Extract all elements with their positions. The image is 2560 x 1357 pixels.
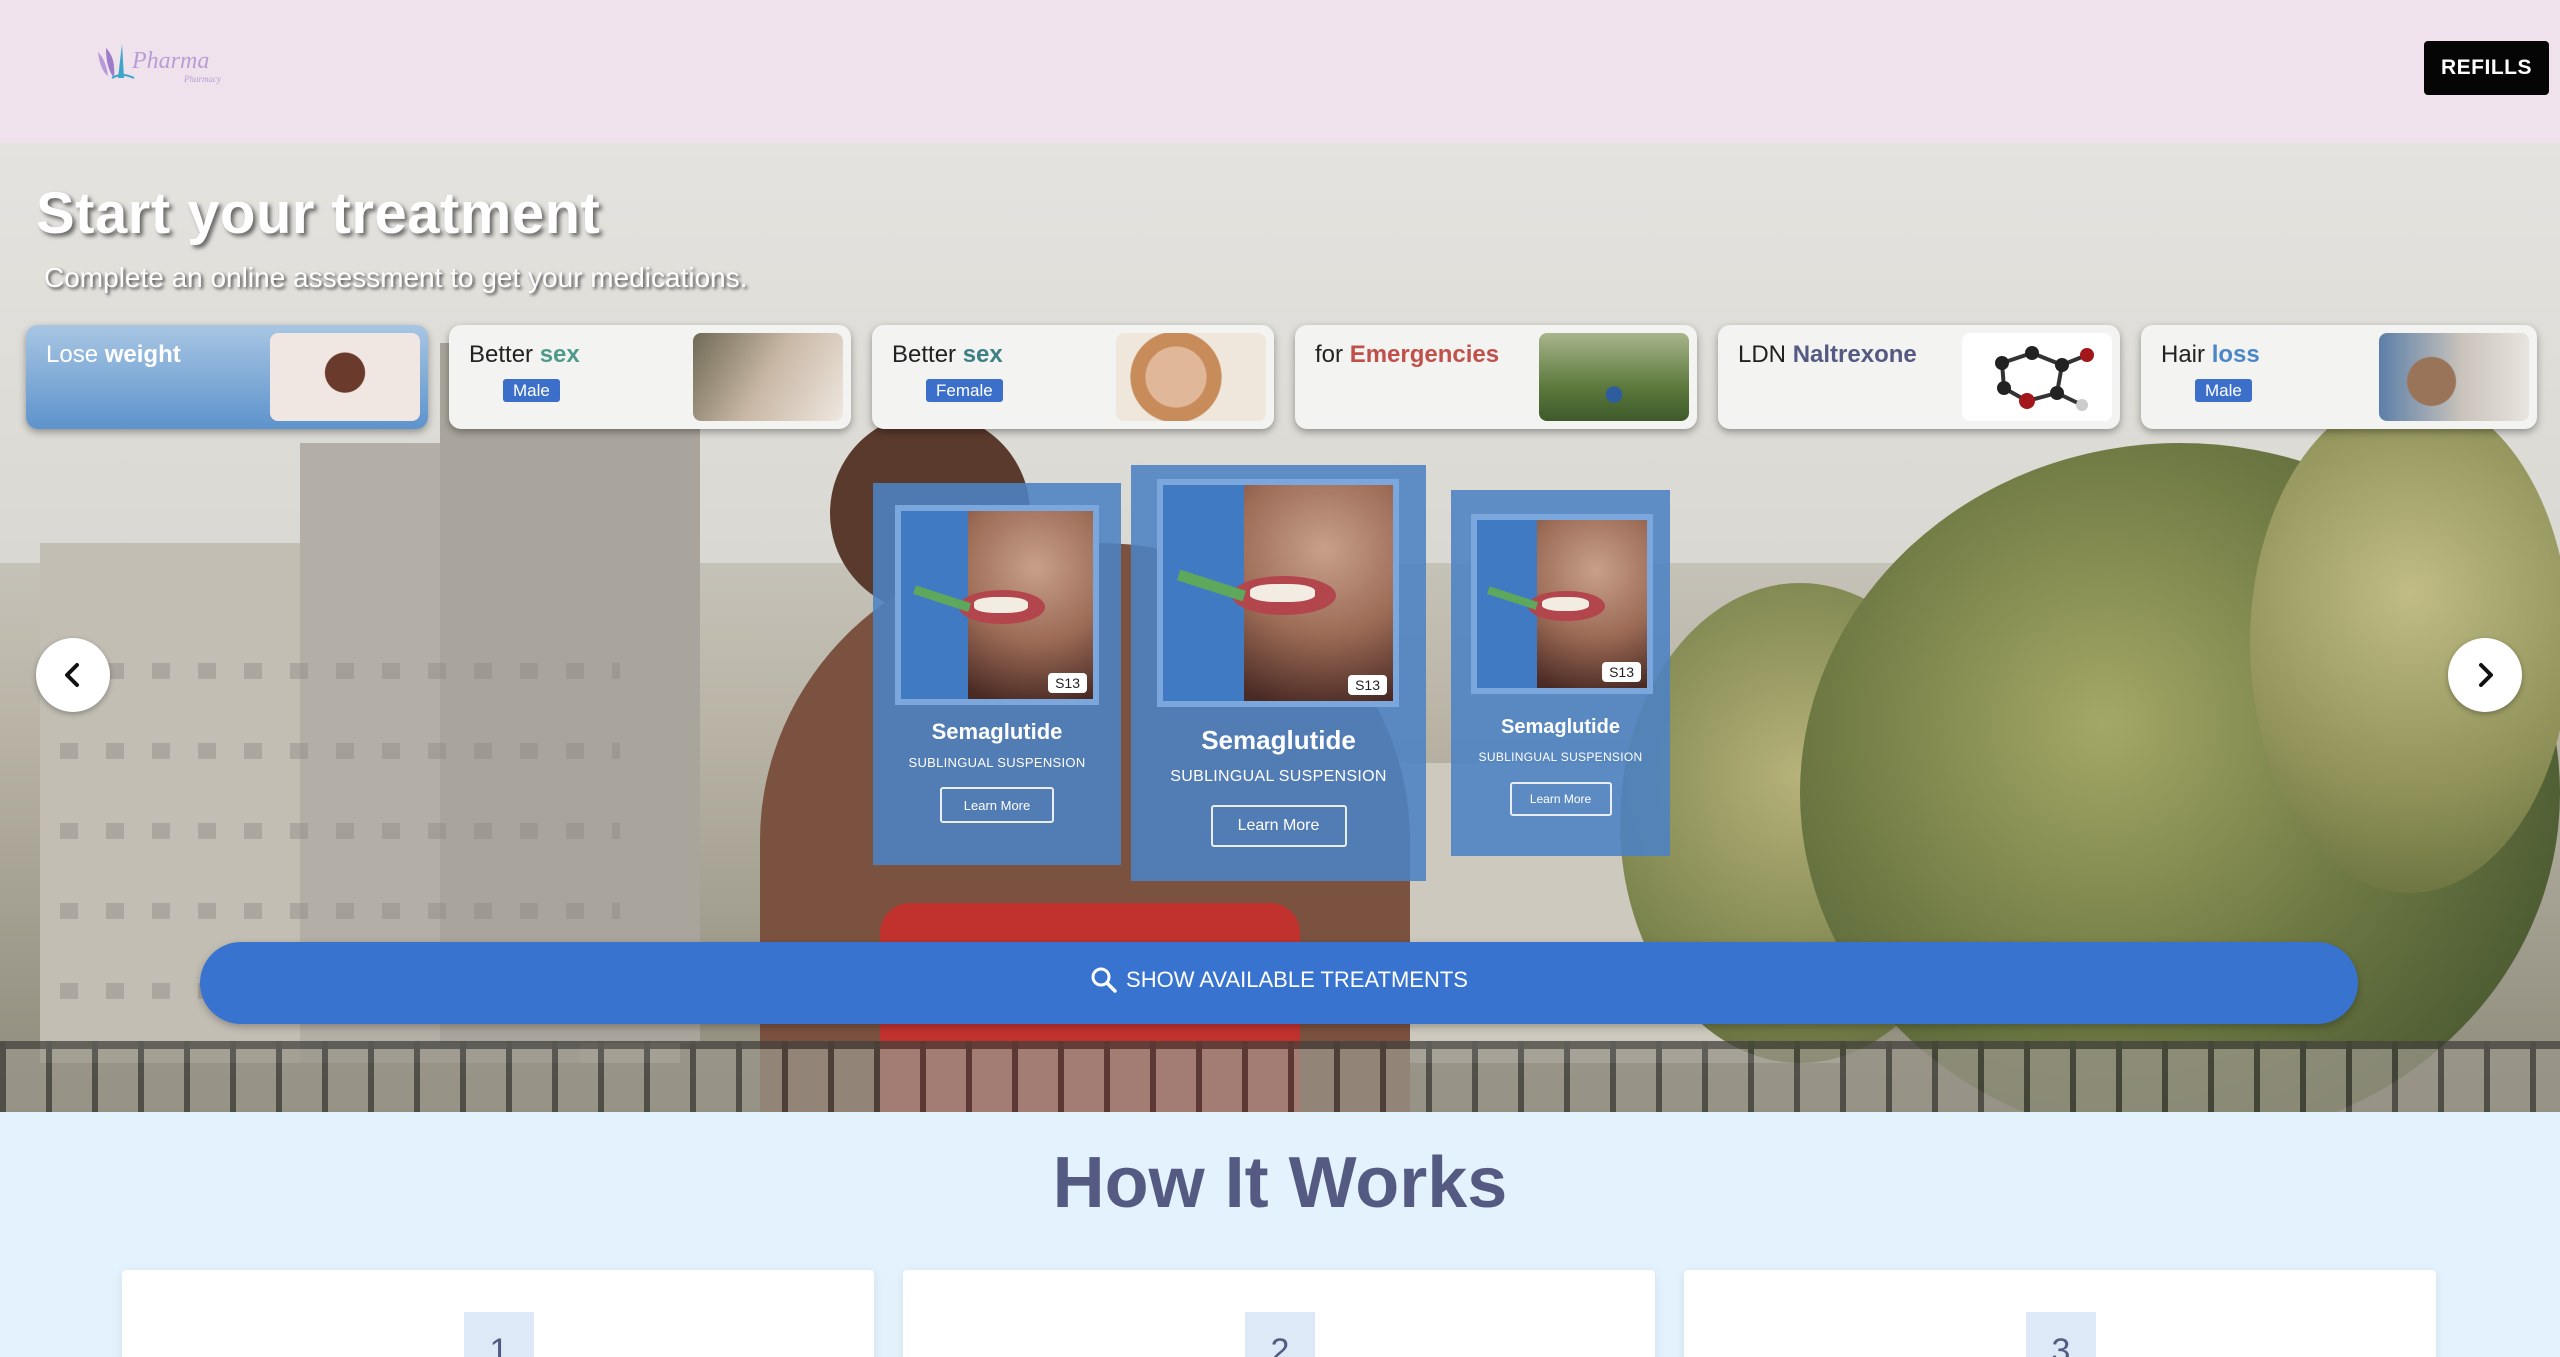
step-number: 3: [2026, 1312, 2096, 1357]
category-thumbnail: [1962, 333, 2112, 421]
category-card-emergencies[interactable]: for Emergencies: [1295, 325, 1697, 429]
product-card-left[interactable]: S13 Semaglutide SUBLINGUAL SUSPENSION Le…: [873, 483, 1121, 865]
learn-more-button[interactable]: Learn More: [940, 787, 1054, 823]
category-highlight: sex: [539, 341, 580, 368]
step-card: 3: [1684, 1270, 2436, 1357]
category-thumbnail: [1539, 333, 1689, 421]
product-card-right[interactable]: S13 Semaglutide SUBLINGUAL SUSPENSION Le…: [1451, 490, 1670, 856]
molecule-icon: [1995, 346, 2094, 411]
carousel-next-button[interactable]: [2448, 638, 2522, 712]
category-badge: Male: [503, 379, 560, 402]
category-highlight: loss: [2211, 341, 2260, 368]
category-card-hair-loss[interactable]: Hair loss Male: [2141, 325, 2537, 429]
category-thumbnail: [693, 333, 843, 421]
product-name: Semaglutide: [931, 719, 1063, 744]
how-it-works-section: How It Works 1 2 3: [0, 1112, 2560, 1357]
hero-subtitle: Complete an online assessment to get you…: [44, 262, 748, 293]
chevron-right-icon: [2479, 663, 2493, 687]
step-number: 2: [1245, 1312, 1315, 1357]
product-kind: SUBLINGUAL SUSPENSION: [1478, 750, 1643, 764]
product-name: Semaglutide: [1501, 716, 1620, 738]
learn-more-button[interactable]: Learn More: [1210, 805, 1347, 847]
category-highlight: sex: [962, 341, 1003, 368]
category-badge: Female: [926, 379, 1003, 402]
site-header: Pharma Pharmacy REFILLS: [0, 0, 2560, 143]
step-card: 1: [122, 1270, 874, 1357]
category-card-better-sex-female[interactable]: Better sex Female: [872, 325, 1274, 429]
carousel-prev-button[interactable]: [36, 638, 110, 712]
section-title: How It Works: [1052, 1143, 1508, 1223]
category-thumbnail: [1116, 333, 1266, 421]
product-name: Semaglutide: [1201, 725, 1356, 755]
product-card-center[interactable]: S13 Semaglutide SUBLINGUAL SUSPENSION Le…: [1131, 465, 1426, 881]
pharma-logo[interactable]: Pharma Pharmacy: [92, 38, 226, 90]
product-image: S13: [1471, 514, 1653, 694]
category-highlight: Naltrexone: [1792, 341, 1917, 368]
category-thumbnail: [2379, 333, 2529, 421]
refills-button[interactable]: REFILLS: [2424, 41, 2549, 95]
product-kind: SUBLINGUAL SUSPENSION: [908, 755, 1086, 770]
hero-title: Start your treatment: [36, 181, 601, 246]
show-treatments-button[interactable]: SHOW AVAILABLE TREATMENTS: [200, 942, 2358, 1024]
product-kind: SUBLINGUAL SUSPENSION: [1170, 768, 1387, 785]
svg-text:Pharma: Pharma: [131, 48, 209, 74]
category-highlight: weight: [104, 341, 181, 368]
search-icon: [1091, 967, 1117, 993]
chevron-left-icon: [65, 663, 79, 687]
category-badge: Male: [2195, 379, 2252, 402]
category-card-lose-weight[interactable]: Lose weight: [26, 325, 428, 429]
category-card-ldn-naltrexone[interactable]: LDN Naltrexone: [1718, 325, 2120, 429]
category-highlight: Emergencies: [1349, 341, 1500, 368]
category-card-better-sex-male[interactable]: Better sex Male: [449, 325, 851, 429]
product-tag: S13: [1048, 673, 1087, 693]
show-treatments-label: SHOW AVAILABLE TREATMENTS: [1126, 967, 1468, 992]
product-tag: S13: [1348, 675, 1387, 695]
svg-text:Pharmacy: Pharmacy: [183, 74, 221, 84]
product-image: S13: [895, 505, 1099, 705]
learn-more-button[interactable]: Learn More: [1509, 782, 1612, 816]
product-image: S13: [1157, 479, 1399, 707]
step-card: 2: [903, 1270, 1655, 1357]
category-thumbnail: [270, 333, 420, 421]
product-tag: S13: [1602, 662, 1641, 682]
step-number: 1: [464, 1312, 534, 1357]
